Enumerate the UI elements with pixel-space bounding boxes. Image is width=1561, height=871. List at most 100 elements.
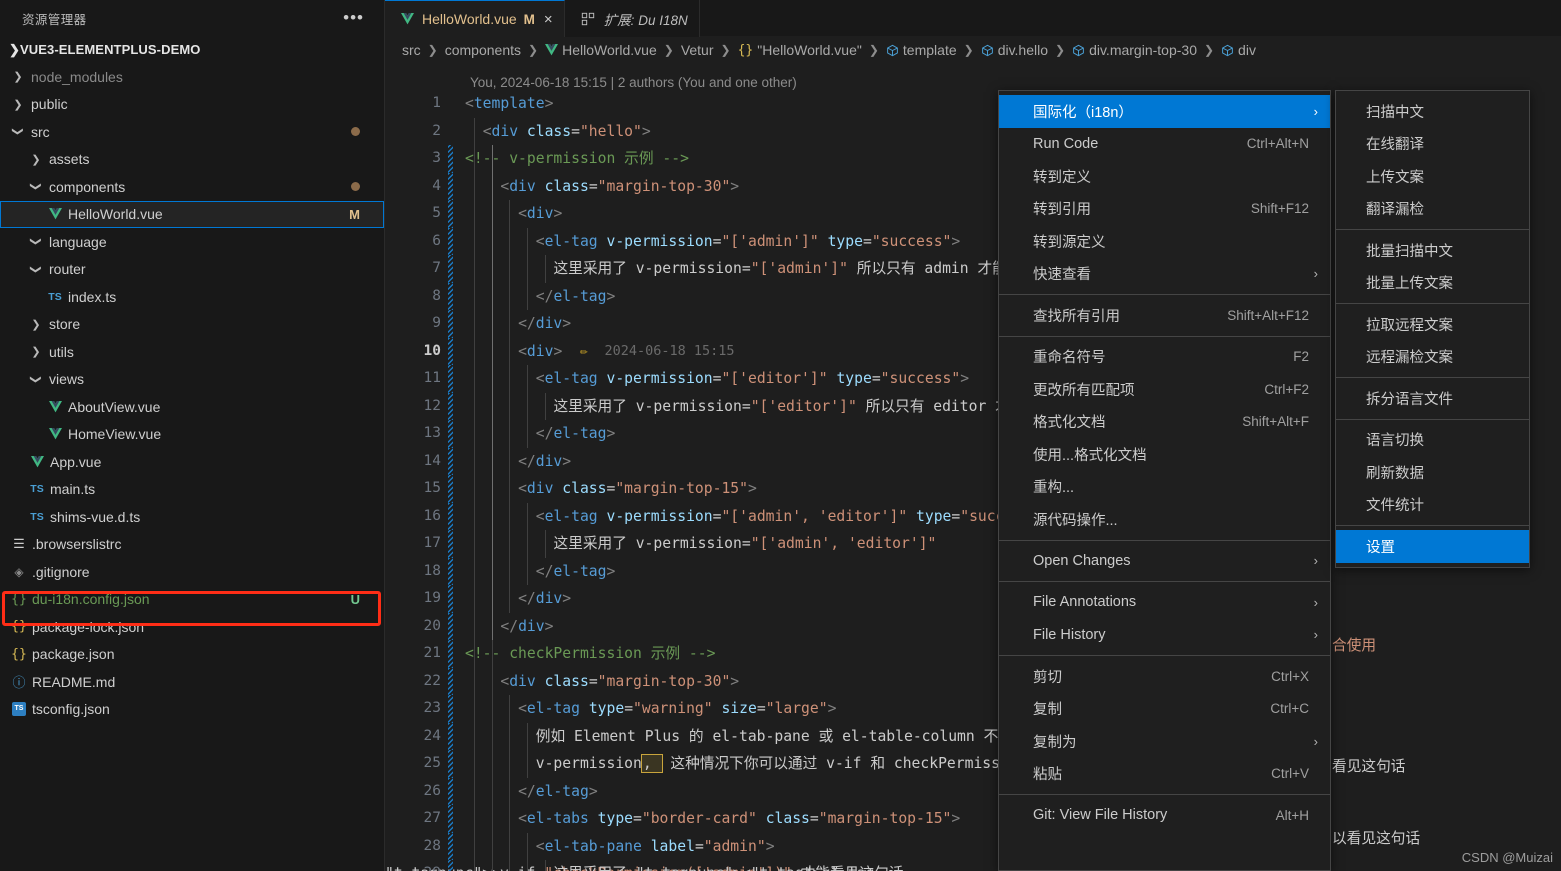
tree-item-public[interactable]: ❯ public — [0, 91, 384, 119]
tree-item-label: .gitignore — [32, 563, 90, 580]
code-line[interactable]: 21 <!-- checkPermission 示例 --> — [385, 640, 1561, 668]
menu-item-复制[interactable]: 复制 Ctrl+C — [999, 693, 1330, 726]
menu-item-剪切[interactable]: 剪切 Ctrl+X — [999, 660, 1330, 693]
menu-item-复制为[interactable]: 复制为 › — [999, 725, 1330, 758]
i18n-submenu[interactable]: 扫描中文 在线翻译 上传文案 翻译漏检批量扫描中文 批量上传文案 拉取远程文案 远程漏检文案… — [1335, 90, 1530, 568]
menu-item-file-history[interactable]: File History › — [999, 619, 1330, 652]
git-change-marker — [448, 282, 453, 310]
tree-item-label: index.ts — [68, 288, 117, 305]
tree-item--gitignore[interactable]: ◈ .gitignore — [0, 558, 384, 586]
tree-item-du-i18n-config-json[interactable]: {} du-i18n.config.json U — [0, 586, 384, 614]
breadcrumb-item-helloworld-vue[interactable]: HelloWorld.vue — [545, 42, 657, 58]
submenu-item-批量上传文案[interactable]: 批量上传文案 — [1336, 267, 1529, 300]
close-icon[interactable]: × — [544, 11, 553, 28]
tree-item-main-ts[interactable]: TS main.ts — [0, 476, 384, 504]
menu-item-转到源定义[interactable]: 转到源定义 — [999, 225, 1330, 258]
submenu-item-在线翻译[interactable]: 在线翻译 — [1336, 128, 1529, 161]
tree-item-package-lock-json[interactable]: {} package-lock.json — [0, 613, 384, 641]
menu-item-open-changes[interactable]: Open Changes › — [999, 545, 1330, 578]
menu-item-使用-格式化文档[interactable]: 使用...格式化文档 — [999, 438, 1330, 471]
config-list-icon: ☰ — [13, 536, 25, 552]
menu-item-shortcut: Shift+Alt+F — [1242, 414, 1309, 430]
menu-item-更改所有匹配项[interactable]: 更改所有匹配项 Ctrl+F2 — [999, 373, 1330, 406]
editor-context-menu[interactable]: 国际化（i18n） › Run Code Ctrl+Alt+N 转到定义 转到引用 Shif… — [998, 90, 1331, 871]
breadcrumb-item-div-hello[interactable]: div.hello — [981, 42, 1048, 58]
code-line[interactable]: 23 <el-tag type="warning" size="large"> — [385, 695, 1561, 723]
submenu-item-上传文案[interactable]: 上传文案 — [1336, 160, 1529, 193]
ellipsis-icon[interactable]: ••• — [343, 9, 364, 26]
menu-item-粘贴[interactable]: 粘贴 Ctrl+V — [999, 758, 1330, 791]
breadcrumb-item--helloworld-vue-[interactable]: {} "HelloWorld.vue" — [738, 42, 862, 58]
breadcrumb-item-src[interactable]: src — [402, 42, 421, 58]
code-line-text: v-permission, 这种情况下你可以通过 v-if 和 checkPer… — [535, 754, 1027, 773]
menu-item-重构-[interactable]: 重构... — [999, 471, 1330, 504]
tree-item-node-modules[interactable]: ❯ node_modules — [0, 63, 384, 91]
vue-icon — [45, 428, 65, 440]
submenu-item-拉取远程文案[interactable]: 拉取远程文案 — [1336, 308, 1529, 341]
menu-item-转到定义[interactable]: 转到定义 — [999, 160, 1330, 193]
tree-item-package-json[interactable]: {} package.json — [0, 641, 384, 669]
submenu-item-翻译漏检[interactable]: 翻译漏检 — [1336, 193, 1529, 226]
code-line[interactable]: 19 </div> — [385, 585, 1561, 613]
tree-item-language[interactable]: ❯ language — [0, 228, 384, 256]
breadcrumb-item-template[interactable]: template — [886, 42, 957, 58]
menu-item-run-code[interactable]: Run Code Ctrl+Alt+N — [999, 128, 1330, 161]
code-line[interactable]: 29 这里采用了 "t-tagpunc"><"t-tag">el-tag"t-t… — [385, 860, 1561, 871]
breadcrumb-item-div[interactable]: div — [1221, 42, 1256, 58]
submenu-item-设置[interactable]: 设置 — [1336, 530, 1529, 563]
tree-item-views[interactable]: ❯ views — [0, 366, 384, 394]
menu-separator — [1336, 525, 1529, 526]
workspace-root-row[interactable]: ❯ VUE3-ELEMENTPLUS-DEMO — [0, 36, 384, 63]
menu-item-查找所有引用[interactable]: 查找所有引用 Shift+Alt+F12 — [999, 299, 1330, 332]
submenu-item-远程漏检文案[interactable]: 远程漏检文案 — [1336, 341, 1529, 374]
line-number: 8 — [432, 287, 441, 304]
tree-item-router[interactable]: ❯ router — [0, 256, 384, 284]
tree-item-label: tsconfig.json — [32, 701, 110, 718]
code-line[interactable]: 20 </div> — [385, 612, 1561, 640]
breadcrumb-item-div-margin-top-30[interactable]: div.margin-top-30 — [1072, 42, 1197, 58]
tree-item--browserslistrc[interactable]: ☰ .browserslistrc — [0, 531, 384, 559]
submenu-item-扫描中文[interactable]: 扫描中文 — [1336, 95, 1529, 128]
chevron-right-icon: › — [1313, 103, 1318, 119]
tree-item-utils[interactable]: ❯ utils — [0, 338, 384, 366]
tree-item-app-vue[interactable]: App.vue — [0, 448, 384, 476]
submenu-item-拆分语言文件[interactable]: 拆分语言文件 — [1336, 382, 1529, 415]
menu-item-file-annotations[interactable]: File Annotations › — [999, 586, 1330, 619]
menu-item-重命名符号[interactable]: 重命名符号 F2 — [999, 341, 1330, 374]
breadcrumb-item-components[interactable]: components — [445, 42, 521, 58]
submenu-item-批量扫描中文[interactable]: 批量扫描中文 — [1336, 234, 1529, 267]
tree-item-index-ts[interactable]: TS index.ts — [0, 283, 384, 311]
breadcrumb-item-vetur[interactable]: Vetur — [681, 42, 714, 58]
code-line-text: <div class="margin-top-30"> — [500, 672, 740, 690]
menu-item-格式化文档[interactable]: 格式化文档 Shift+Alt+F — [999, 406, 1330, 439]
code-line[interactable]: 26 </el-tag> — [385, 777, 1561, 805]
tree-item-shims-vue-d-ts[interactable]: TS shims-vue.d.ts — [0, 503, 384, 531]
tree-item-readme-md[interactable]: ⓘ README.md — [0, 668, 384, 696]
line-number: 14 — [423, 452, 441, 469]
submenu-item-刷新数据[interactable]: 刷新数据 — [1336, 456, 1529, 489]
menu-item-国际化-i18n-[interactable]: 国际化（i18n） › — [999, 95, 1330, 128]
json-icon: {} — [11, 591, 27, 607]
menu-item-label: 转到源定义 — [1033, 234, 1106, 251]
git-change-marker — [448, 475, 453, 503]
tree-item-tsconfig-json[interactable]: TS tsconfig.json — [0, 696, 384, 724]
tree-item-components[interactable]: ❯ components — [0, 173, 384, 201]
line-number: 5 — [432, 205, 441, 221]
tree-item-assets[interactable]: ❯ assets — [0, 146, 384, 174]
tree-item-src[interactable]: ❯ src — [0, 118, 384, 146]
menu-item-源代码操作-[interactable]: 源代码操作... — [999, 503, 1330, 536]
tree-item-helloworld-vue[interactable]: HelloWorld.vue M — [0, 200, 384, 228]
tab--du-i18n[interactable]: 扩展: Du I18N — [564, 0, 700, 37]
tab-helloworld-vue[interactable]: HelloWorld.vue M × — [385, 0, 565, 37]
tree-item-homeview-vue[interactable]: HomeView.vue — [0, 421, 384, 449]
menu-item-git-view-file-history[interactable]: Git: View File History Alt+H — [999, 799, 1330, 832]
menu-item-快速查看[interactable]: 快速查看 › — [999, 258, 1330, 291]
code-line[interactable]: 22 <div class="margin-top-30"> — [385, 667, 1561, 695]
submenu-item-语言切换[interactable]: 语言切换 — [1336, 424, 1529, 457]
submenu-item-文件统计[interactable]: 文件统计 — [1336, 489, 1529, 522]
chevron-right-icon: ❯ — [13, 71, 23, 84]
code-line[interactable]: 24 例如 Element Plus 的 el-tab-pane 或 el-ta… — [385, 722, 1561, 750]
tree-item-aboutview-vue[interactable]: AboutView.vue — [0, 393, 384, 421]
menu-item-转到引用[interactable]: 转到引用 Shift+F12 — [999, 193, 1330, 226]
tree-item-store[interactable]: ❯ store — [0, 311, 384, 339]
